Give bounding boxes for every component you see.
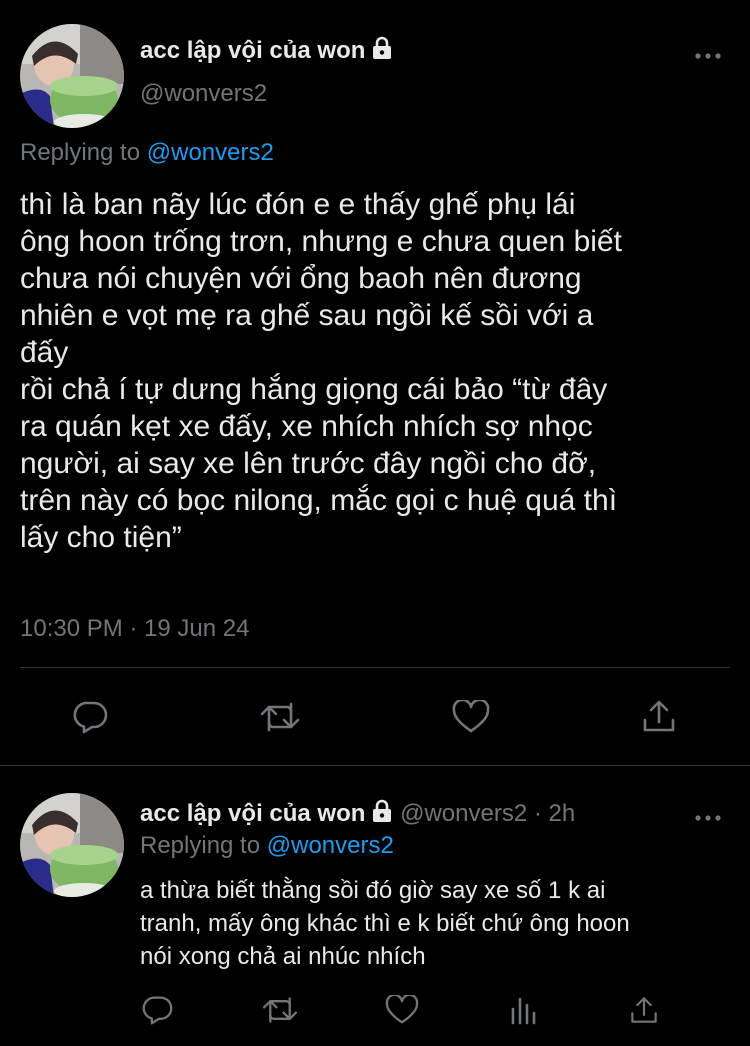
share-icon — [629, 995, 659, 1025]
share-button[interactable] — [626, 992, 662, 1028]
handle[interactable]: @wonvers2 — [140, 80, 267, 108]
tweet-text: thì là ban nãy lúc đón e e thấy ghế phụ … — [20, 188, 622, 554]
retweet-button[interactable] — [260, 993, 300, 1027]
like-icon — [452, 700, 490, 734]
reply-button[interactable] — [70, 698, 112, 736]
like-button[interactable] — [384, 993, 420, 1027]
reply-header[interactable]: acc lập vội của won @wonvers2 · 2h — [140, 799, 575, 830]
share-icon — [641, 698, 677, 734]
more-icon[interactable] — [694, 810, 722, 831]
retweet-icon — [261, 995, 299, 1025]
mention-link[interactable]: @wonvers2 — [147, 139, 274, 166]
retweet-button[interactable] — [258, 698, 302, 736]
analytics-icon — [509, 995, 539, 1025]
reply-icon — [73, 700, 109, 734]
handle-time[interactable]: @wonvers2 · 2h — [400, 800, 575, 827]
display-name[interactable]: acc lập vội của won — [140, 36, 393, 67]
like-icon — [385, 995, 419, 1025]
replying-to: Replying to @wonvers2 — [20, 139, 274, 166]
retweet-icon — [259, 700, 301, 734]
display-name[interactable]: acc lập vội của won — [140, 800, 365, 827]
reply-button[interactable] — [140, 993, 176, 1027]
tweet-text: a thừa biết thằng sồi đó giờ say xe số 1… — [140, 877, 630, 970]
lock-icon — [371, 799, 393, 830]
divider — [0, 765, 750, 766]
avatar[interactable] — [20, 24, 124, 128]
like-button[interactable] — [450, 698, 492, 736]
analytics-button[interactable] — [506, 993, 542, 1027]
mention-link[interactable]: @wonvers2 — [267, 832, 394, 859]
more-icon[interactable] — [694, 48, 722, 69]
reply-icon — [142, 995, 174, 1025]
lock-icon — [371, 36, 393, 67]
avatar[interactable] — [20, 793, 124, 897]
replying-to: Replying to @wonvers2 — [140, 832, 394, 859]
share-button[interactable] — [638, 696, 680, 736]
timestamp[interactable]: 10:30 PM · 19 Jun 24 — [20, 615, 249, 643]
divider — [20, 667, 730, 668]
